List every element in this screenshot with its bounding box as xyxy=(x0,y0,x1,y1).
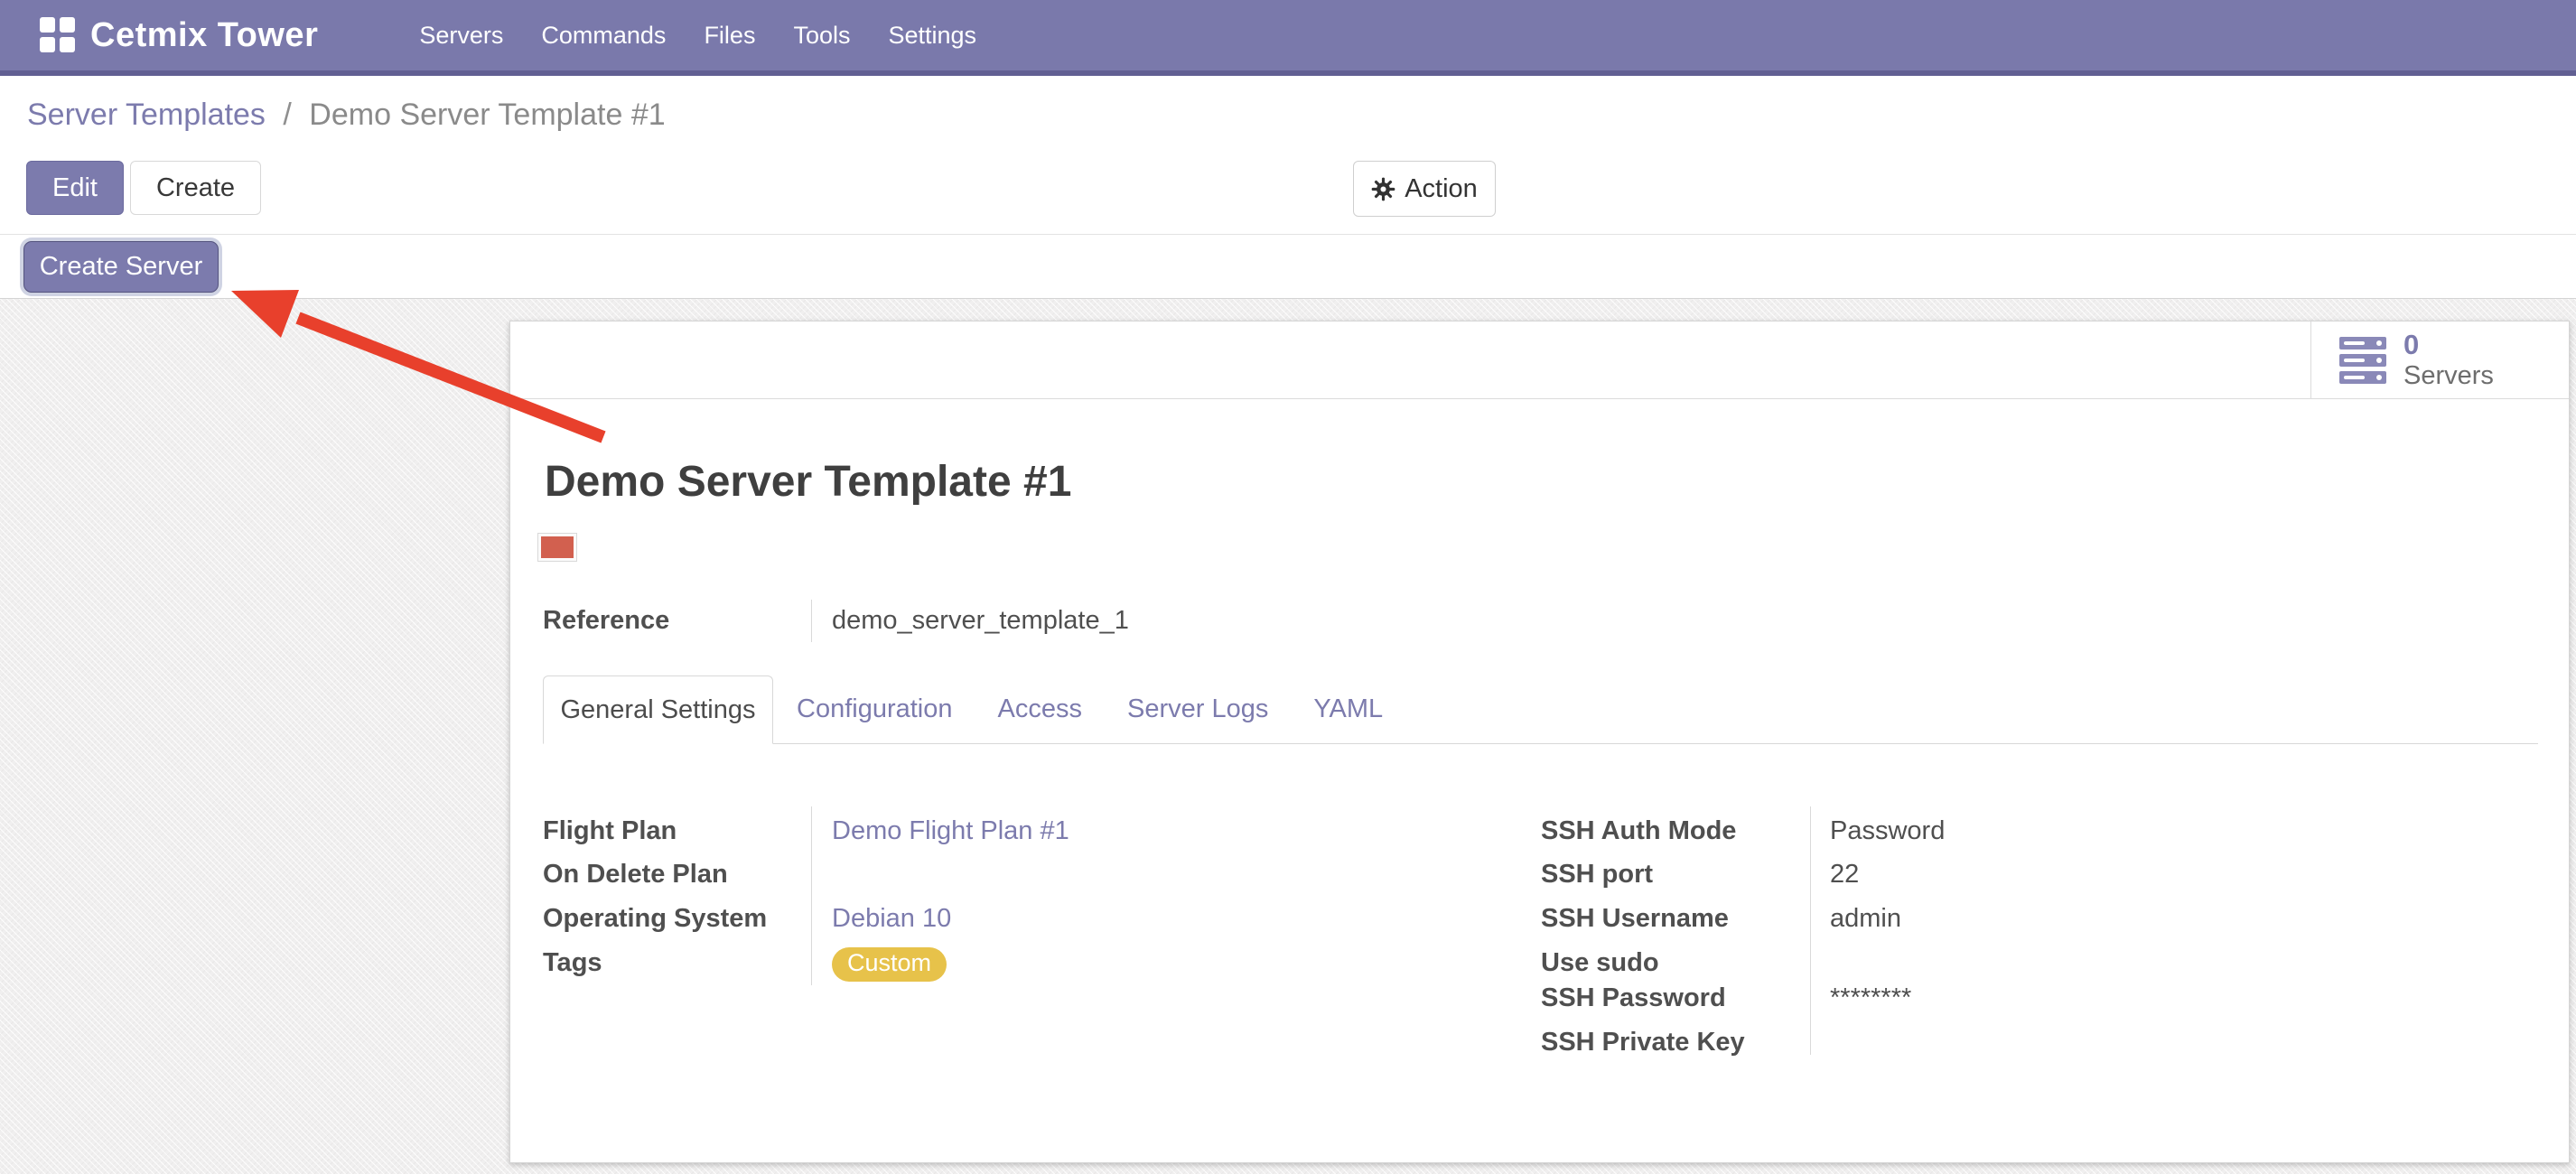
ssh-auth-mode-label: SSH Auth Mode xyxy=(1541,816,1736,846)
page-title: Demo Server Template #1 xyxy=(545,457,1071,507)
record-buttons: Edit Create xyxy=(26,161,261,215)
top-navbar: Cetmix Tower Servers Commands Files Tool… xyxy=(0,0,2576,76)
servers-icon xyxy=(2338,336,2387,385)
menu-settings[interactable]: Settings xyxy=(888,22,976,50)
notebook-tabs: General Settings Configuration Access Se… xyxy=(543,676,2538,744)
use-sudo-label: Use sudo xyxy=(1541,948,1659,978)
ssh-password-label: SSH Password xyxy=(1541,983,1726,1013)
apps-grid-square xyxy=(40,37,55,52)
tab-server-logs[interactable]: Server Logs xyxy=(1127,676,1268,743)
tab-general-settings[interactable]: General Settings xyxy=(543,676,773,744)
template-color-swatch xyxy=(538,534,576,561)
menu-commands[interactable]: Commands xyxy=(541,22,666,50)
content-area: 0 Servers Demo Server Template #1 Refere… xyxy=(0,299,2576,1174)
template-toolbar: Create Server xyxy=(0,236,2576,299)
field-separator xyxy=(1810,806,1811,1055)
action-button-label: Action xyxy=(1405,174,1478,204)
ssh-port-value: 22 xyxy=(1830,860,1859,890)
apps-grid-icon[interactable] xyxy=(40,17,76,53)
control-panel: Server Templates / Demo Server Template … xyxy=(0,76,2576,235)
button-box: 0 Servers xyxy=(510,321,2569,399)
ssh-auth-mode-value: Password xyxy=(1830,816,1945,846)
on-delete-plan-label: On Delete Plan xyxy=(543,860,728,890)
menu-servers[interactable]: Servers xyxy=(419,22,503,50)
gear-icon xyxy=(1371,177,1395,201)
breadcrumb-parent-link[interactable]: Server Templates xyxy=(27,98,266,132)
smart-button-text: 0 Servers xyxy=(2403,330,2494,391)
menu-tools[interactable]: Tools xyxy=(793,22,850,50)
operating-system-label: Operating System xyxy=(543,904,767,934)
menu-files[interactable]: Files xyxy=(704,22,755,50)
apps-grid-square xyxy=(40,17,55,33)
flight-plan-value[interactable]: Demo Flight Plan #1 xyxy=(832,816,1069,846)
field-separator xyxy=(811,600,812,642)
breadcrumb: Server Templates / Demo Server Template … xyxy=(27,98,666,133)
main-menu: Servers Commands Files Tools Settings xyxy=(419,22,976,50)
create-server-button[interactable]: Create Server xyxy=(23,241,219,293)
form-sheet: 0 Servers Demo Server Template #1 Refere… xyxy=(509,321,2570,1163)
operating-system-value[interactable]: Debian 10 xyxy=(832,904,951,934)
ssh-private-key-label: SSH Private Key xyxy=(1541,1028,1745,1058)
tags-label: Tags xyxy=(543,948,602,978)
edit-button[interactable]: Edit xyxy=(26,161,124,215)
breadcrumb-current: Demo Server Template #1 xyxy=(309,98,665,132)
apps-grid-square xyxy=(60,37,75,52)
tags-value: Custom xyxy=(832,948,947,982)
ssh-password-value: ******** xyxy=(1830,983,1911,1013)
tab-configuration[interactable]: Configuration xyxy=(797,676,953,743)
ssh-username-label: SSH Username xyxy=(1541,904,1729,934)
servers-count: 0 xyxy=(2403,330,2419,360)
action-button[interactable]: Action xyxy=(1353,161,1496,217)
create-button[interactable]: Create xyxy=(130,161,261,215)
tab-yaml[interactable]: YAML xyxy=(1313,676,1383,743)
breadcrumb-separator: / xyxy=(283,98,291,132)
servers-smart-button[interactable]: 0 Servers xyxy=(2310,321,2569,398)
tab-access[interactable]: Access xyxy=(998,676,1082,743)
field-separator xyxy=(811,806,812,985)
reference-label: Reference xyxy=(543,606,669,636)
servers-count-label: Servers xyxy=(2403,360,2494,391)
ssh-port-label: SSH port xyxy=(1541,860,1653,890)
reference-value: demo_server_template_1 xyxy=(832,606,1129,636)
flight-plan-label: Flight Plan xyxy=(543,816,677,846)
tag-custom: Custom xyxy=(832,947,947,982)
ssh-username-value: admin xyxy=(1830,904,1901,934)
apps-grid-square xyxy=(60,17,75,33)
app-brand[interactable]: Cetmix Tower xyxy=(90,16,318,55)
